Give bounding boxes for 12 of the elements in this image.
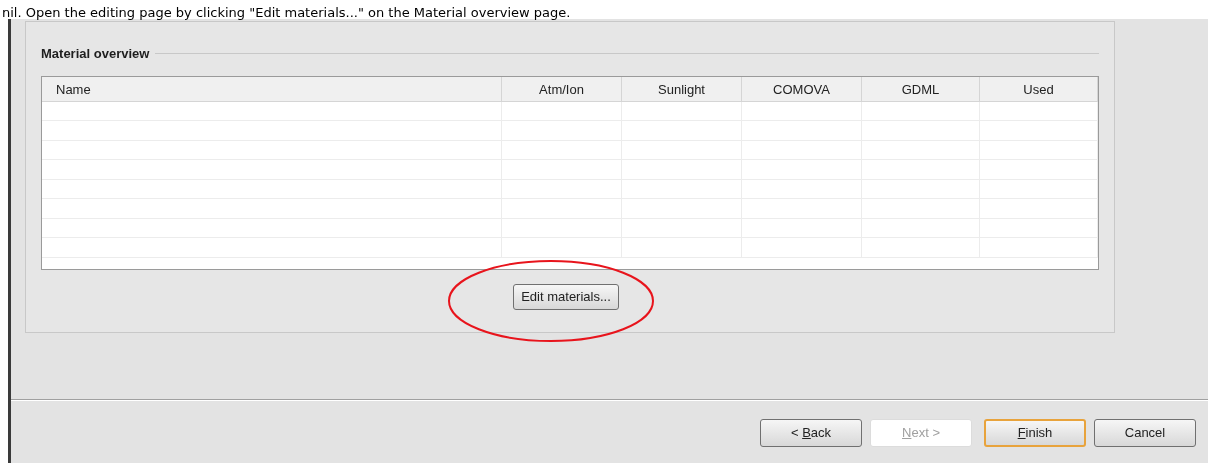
column-header[interactable]: Used — [980, 76, 1098, 101]
column-header[interactable]: GDML — [862, 76, 980, 101]
wizard-button[interactable]: < Back — [760, 419, 862, 447]
column-header[interactable]: Name — [42, 76, 502, 101]
column-header[interactable]: Atm/Ion — [502, 76, 622, 101]
column-header[interactable]: COMOVA — [742, 76, 862, 101]
column-header[interactable]: Sunlight — [622, 76, 742, 101]
edit-materials-button[interactable]: Edit materials... — [513, 283, 619, 310]
wizard-button[interactable]: Finish — [984, 419, 1086, 447]
caption-text: nil. Open the editing page by clicking "Edit materials..." on the Material overview page. — [2, 4, 571, 22]
group-title: Material overview — [41, 45, 150, 63]
wizard-button[interactable]: Cancel — [1094, 419, 1196, 447]
